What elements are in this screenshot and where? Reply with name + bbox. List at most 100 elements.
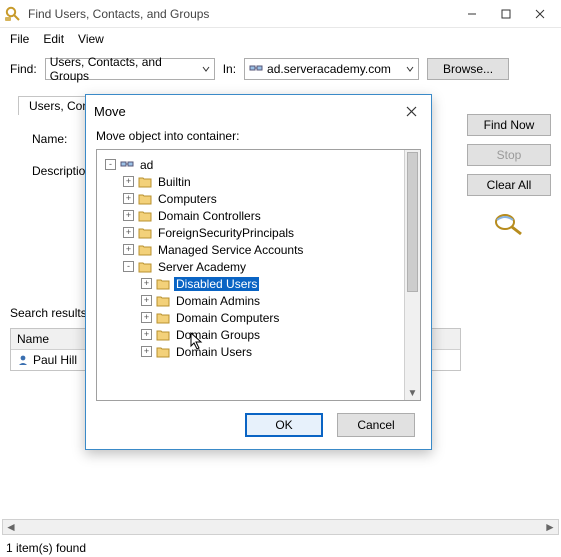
user-icon: [17, 354, 29, 366]
ok-label: OK: [275, 418, 292, 432]
app-icon: [4, 5, 22, 23]
folder-icon: [156, 312, 170, 324]
folder-icon: [138, 244, 152, 256]
folder-icon: [156, 329, 170, 341]
find-now-button[interactable]: Find Now: [467, 114, 551, 136]
search-row: Find: Users, Contacts, and Groups In: ad…: [0, 52, 561, 90]
menu-view[interactable]: View: [78, 32, 104, 46]
in-combo-value: ad.serveracademy.com: [267, 62, 391, 76]
stop-label: Stop: [497, 148, 522, 162]
chevron-down-icon: [202, 65, 210, 73]
tree-node-label: Computers: [156, 192, 219, 206]
expand-icon[interactable]: +: [123, 227, 134, 238]
folder-icon: [156, 346, 170, 358]
horizontal-scrollbar[interactable]: ◄ ►: [2, 519, 559, 535]
dialog-title: Move: [94, 104, 399, 119]
chevron-down-icon: [406, 65, 414, 73]
tree-node-label: Managed Service Accounts: [156, 243, 305, 257]
side-buttons: Find Now Stop Clear All: [467, 114, 551, 238]
find-combo-value: Users, Contacts, and Groups: [50, 55, 196, 83]
container-tree[interactable]: - ad + Builtin + Computers + Domain Controllers…: [97, 150, 420, 366]
scroll-down-icon[interactable]: ▼: [405, 386, 420, 400]
folder-icon: [156, 295, 170, 307]
dialog-instruction: Move object into container:: [86, 127, 431, 149]
tree-node[interactable]: + Managed Service Accounts: [101, 241, 416, 258]
ok-button[interactable]: OK: [245, 413, 323, 437]
domain-icon: [120, 159, 134, 171]
tree-node-label: Domain Groups: [174, 328, 262, 342]
dialog-close-button[interactable]: [399, 101, 423, 121]
search-large-icon: [491, 210, 527, 238]
window-title: Find Users, Contacts, and Groups: [28, 7, 455, 21]
in-label: In:: [223, 62, 236, 76]
menu-edit[interactable]: Edit: [43, 32, 64, 46]
move-dialog: Move Move object into container: - ad + Bui…: [85, 94, 432, 450]
window-controls: [455, 3, 557, 25]
expand-icon[interactable]: +: [123, 193, 134, 204]
tree-node-label: Disabled Users: [174, 277, 259, 291]
tree-node[interactable]: + Domain Groups: [101, 326, 416, 343]
tree-node-label: Domain Admins: [174, 294, 262, 308]
tree-node[interactable]: + Domain Users: [101, 343, 416, 360]
expand-icon[interactable]: +: [123, 244, 134, 255]
tree-node[interactable]: -Server Academy: [101, 258, 416, 275]
cancel-button[interactable]: Cancel: [337, 413, 415, 437]
titlebar: Find Users, Contacts, and Groups: [0, 0, 561, 28]
browse-button-label: Browse...: [443, 62, 493, 76]
cancel-label: Cancel: [357, 418, 394, 432]
tree-container: - ad + Builtin + Computers + Domain Controllers…: [96, 149, 421, 401]
find-now-label: Find Now: [484, 118, 535, 132]
folder-icon: [156, 278, 170, 290]
tree-node-label: ad: [138, 158, 155, 172]
tree-node[interactable]: + Computers: [101, 190, 416, 207]
expand-icon[interactable]: +: [141, 295, 152, 306]
search-results-label: Search results:: [10, 306, 90, 320]
tree-node[interactable]: + ForeignSecurityPrincipals: [101, 224, 416, 241]
result-name: Paul Hill: [33, 353, 77, 367]
scroll-right-icon[interactable]: ►: [542, 520, 558, 534]
tree-node[interactable]: + Disabled Users: [101, 275, 416, 292]
expand-icon[interactable]: +: [123, 176, 134, 187]
expand-icon[interactable]: +: [141, 346, 152, 357]
statusbar: 1 item(s) found: [6, 541, 86, 555]
in-combo[interactable]: ad.serveracademy.com: [244, 58, 419, 80]
folder-icon: [138, 176, 152, 188]
menubar: File Edit View: [0, 28, 561, 52]
tree-node[interactable]: - ad: [101, 156, 416, 173]
dialog-titlebar: Move: [86, 95, 431, 127]
collapse-icon[interactable]: -: [123, 261, 134, 272]
tree-node-label: ForeignSecurityPrincipals: [156, 226, 296, 240]
tree-node-label: Domain Controllers: [156, 209, 263, 223]
tree-node[interactable]: + Domain Admins: [101, 292, 416, 309]
expand-icon[interactable]: +: [123, 210, 134, 221]
tree-node-label: Builtin: [156, 175, 193, 189]
minimize-button[interactable]: [455, 3, 489, 25]
tree-node[interactable]: + Builtin: [101, 173, 416, 190]
find-label: Find:: [10, 62, 37, 76]
tree-scrollbar[interactable]: ▲ ▼: [404, 150, 420, 400]
tree-node-label: Domain Users: [174, 345, 254, 359]
folder-icon: [138, 193, 152, 205]
folder-icon: [138, 210, 152, 222]
expand-icon[interactable]: +: [141, 278, 152, 289]
folder-icon: [138, 261, 152, 273]
folder-icon: [138, 227, 152, 239]
close-button[interactable]: [523, 3, 557, 25]
scroll-thumb[interactable]: [407, 152, 418, 292]
clear-all-label: Clear All: [487, 178, 532, 192]
domain-icon: [249, 63, 263, 75]
tree-node[interactable]: + Domain Computers: [101, 309, 416, 326]
scroll-left-icon[interactable]: ◄: [3, 520, 19, 534]
dialog-button-row: OK Cancel: [86, 401, 431, 449]
find-combo[interactable]: Users, Contacts, and Groups: [45, 58, 215, 80]
browse-button[interactable]: Browse...: [427, 58, 509, 80]
tree-node-label: Domain Computers: [174, 311, 281, 325]
tree-node[interactable]: + Domain Controllers: [101, 207, 416, 224]
maximize-button[interactable]: [489, 3, 523, 25]
expand-icon[interactable]: +: [141, 312, 152, 323]
collapse-icon[interactable]: -: [105, 159, 116, 170]
expand-icon[interactable]: +: [141, 329, 152, 340]
clear-all-button[interactable]: Clear All: [467, 174, 551, 196]
menu-file[interactable]: File: [10, 32, 29, 46]
stop-button[interactable]: Stop: [467, 144, 551, 166]
